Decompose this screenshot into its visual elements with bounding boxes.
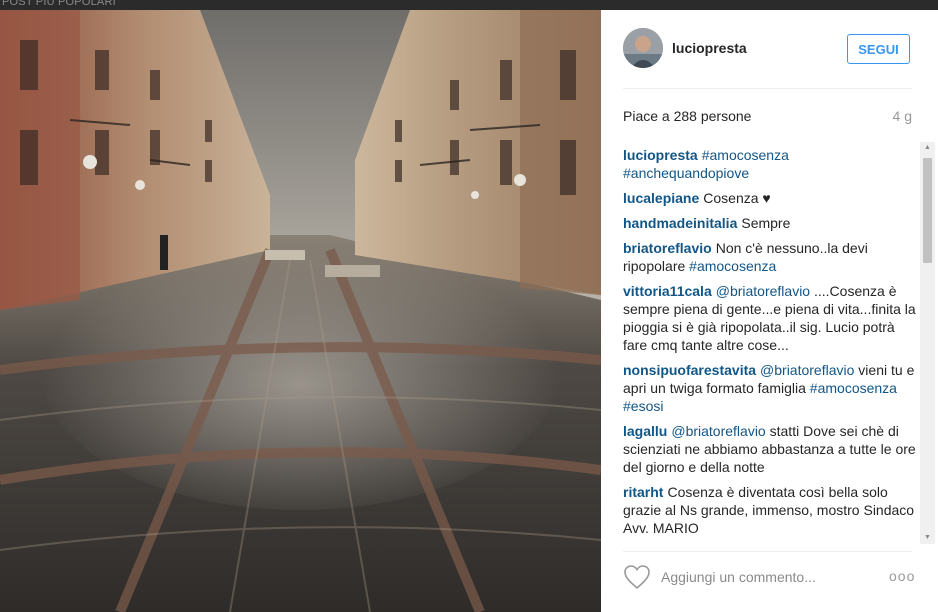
list-item: briatoreflavio Non c'è nessuno..la devi r… [623, 239, 916, 275]
mention-link[interactable]: @briatoreflavio [760, 362, 854, 378]
list-item: vittoria11cala @briatoreflavio ....Cosenz… [623, 282, 916, 354]
post-time[interactable]: 4 g [893, 108, 912, 124]
comment-username[interactable]: ritarht [623, 484, 663, 500]
post-photo [0, 10, 601, 612]
likes-count[interactable]: Piace a 288 persone [623, 108, 751, 124]
divider [623, 88, 912, 89]
comment-input[interactable] [661, 566, 871, 588]
comments-list: luciopresta #amocosenza #anchequandopiove… [623, 146, 916, 542]
comment-text: Cosenza ♥ [703, 190, 771, 206]
comment-username[interactable]: luciopresta [623, 147, 698, 163]
comment-username[interactable]: lagallu [623, 423, 667, 439]
hashtag-link[interactable]: #amocosenza [810, 380, 897, 396]
hashtag-link[interactable]: #amocosenza [689, 258, 776, 274]
avatar[interactable] [623, 28, 663, 68]
hashtag-link[interactable]: #amocosenza [702, 147, 789, 163]
mention-link[interactable]: @briatoreflavio [716, 283, 810, 299]
list-item: handmadeinitalia Sempre [623, 214, 916, 232]
username-link[interactable]: luciopresta [672, 40, 747, 56]
scroll-down-arrow-icon[interactable]: ▼ [920, 532, 935, 544]
comment-bar: ooo [623, 562, 916, 592]
avatar-image [623, 28, 663, 68]
post-details-panel: luciopresta SEGUI Piace a 288 persone 4 … [601, 10, 938, 612]
ellipsis-icon[interactable]: ooo [889, 568, 915, 584]
comment-text: Sempre [741, 215, 791, 231]
list-item: ritarht Cosenza è diventata così bella so… [623, 483, 916, 537]
comments-scrollbar[interactable]: ▲ ▼ [920, 142, 935, 544]
comment-username[interactable]: vittoria11cala [623, 283, 712, 299]
comment-username[interactable]: lucalepiane [623, 190, 699, 206]
hashtag-link[interactable]: #esosi [623, 398, 663, 414]
mention-link[interactable]: @briatoreflavio [671, 423, 765, 439]
scroll-up-arrow-icon[interactable]: ▲ [920, 142, 935, 154]
divider [623, 551, 912, 552]
section-label: POST PIÙ POPOLARI [2, 0, 116, 8]
comment-username[interactable]: briatoreflavio [623, 240, 712, 256]
likes-row: Piace a 288 persone 4 g [623, 108, 912, 128]
heart-outline-icon[interactable] [623, 564, 651, 590]
comment-username[interactable]: handmadeinitalia [623, 215, 737, 231]
list-item: lagallu @briatoreflavio statti Dove sei c… [623, 422, 916, 476]
follow-button[interactable]: SEGUI [847, 34, 910, 64]
comment-username[interactable]: nonsipuofarestavita [623, 362, 756, 378]
list-item: nonsipuofarestavita @briatoreflavio vieni… [623, 361, 916, 415]
list-item: luciopresta #amocosenza #anchequandopiove [623, 146, 916, 182]
post-header: luciopresta SEGUI [601, 10, 938, 88]
scrollbar-thumb[interactable] [923, 158, 932, 263]
comment-text: Cosenza è diventata così bella solo graz… [623, 484, 915, 536]
list-item: lucalepiane Cosenza ♥ [623, 189, 916, 207]
hashtag-link[interactable]: #anchequandopiove [623, 165, 749, 181]
street-photo-image [0, 10, 601, 612]
